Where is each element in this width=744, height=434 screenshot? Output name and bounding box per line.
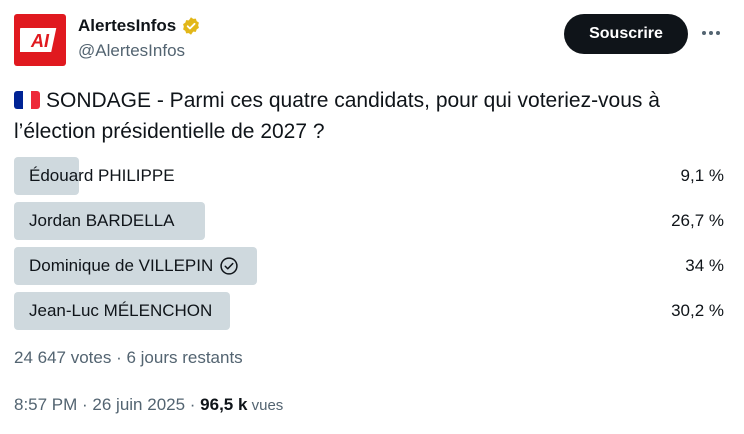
author-handle[interactable]: @AlertesInfos <box>78 41 185 61</box>
poll-option-percent: 26,7 % <box>671 211 724 230</box>
verified-badge-icon[interactable] <box>181 16 201 36</box>
alertesinfos-logo: AI <box>20 28 57 52</box>
views-label: vues <box>247 397 284 414</box>
poll-option: Dominique de VILLEPIN 34 % <box>14 247 730 285</box>
author-name-row: AlertesInfos <box>78 16 201 36</box>
avatar[interactable]: AI <box>14 14 66 66</box>
tweet-text: SONDAGE - Parmi ces quatre candidats, po… <box>14 85 714 147</box>
selected-check-icon <box>220 257 238 275</box>
poll-option: Jordan BARDELLA 26,7 % <box>14 202 730 240</box>
poll-option: Jean-Luc MÉLENCHON 30,2 % <box>14 292 730 330</box>
poll-option: Édouard PHILIPPE 9,1 % <box>14 157 730 195</box>
france-flag-icon <box>14 91 40 109</box>
poll-option-label: Jordan BARDELLA <box>29 211 175 230</box>
poll-option-percent: 34 % <box>685 256 724 275</box>
subscribe-button[interactable]: Souscrire <box>564 14 688 54</box>
poll-option-percent: 30,2 % <box>671 301 724 320</box>
poll-meta: 24 647 votes · 6 jours restants <box>14 348 243 367</box>
more-options-icon[interactable] <box>697 18 725 48</box>
poll-option-label-wrap: Dominique de VILLEPIN <box>14 256 239 276</box>
poll: Édouard PHILIPPE 9,1 % Jordan BARDELLA 2… <box>14 157 730 337</box>
svg-text:AI: AI <box>30 31 50 51</box>
tweet-timestamp: 8:57 PM · 26 juin 2025 · 96,5 k vues <box>14 395 283 415</box>
tweet-body: SONDAGE - Parmi ces quatre candidats, po… <box>14 89 660 143</box>
poll-option-label: Jean-Luc MÉLENCHON <box>29 301 213 320</box>
timestamp-text[interactable]: 8:57 PM · 26 juin 2025 · <box>14 395 200 414</box>
views-count: 96,5 k <box>200 395 248 414</box>
poll-option-label: Dominique de VILLEPIN <box>29 256 214 275</box>
poll-option-label: Édouard PHILIPPE <box>29 166 175 185</box>
poll-option-percent: 9,1 % <box>680 166 724 185</box>
display-name[interactable]: AlertesInfos <box>78 16 176 36</box>
